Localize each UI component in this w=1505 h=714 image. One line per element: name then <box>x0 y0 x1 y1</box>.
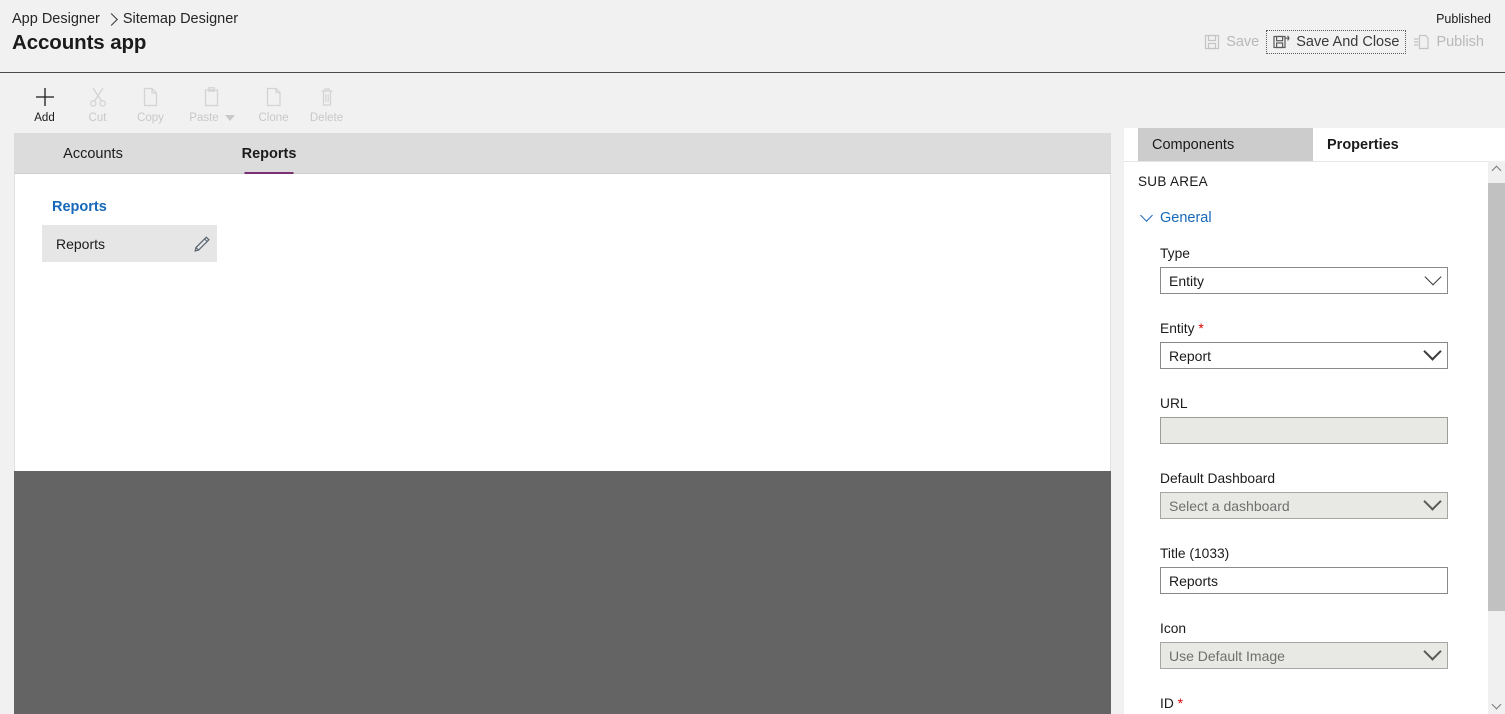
save-button-label: Save <box>1226 34 1260 50</box>
tab-components[interactable]: Components <box>1138 128 1313 161</box>
clone-icon <box>263 84 285 110</box>
trash-icon <box>316 84 338 110</box>
scroll-up-button[interactable] <box>1488 161 1505 178</box>
tab-components-label: Components <box>1152 136 1235 153</box>
property-panel: Components Properties SUB AREA General T… <box>1124 128 1505 714</box>
property-panel-scrollbar[interactable] <box>1488 161 1505 714</box>
group-title[interactable]: Reports <box>52 199 107 215</box>
chevron-down-icon <box>1491 699 1502 710</box>
panel-section-caption: SUB AREA <box>1138 174 1208 189</box>
copy-command[interactable]: Copy <box>124 79 177 124</box>
url-input[interactable] <box>1160 417 1448 444</box>
chevron-down-icon <box>1423 342 1442 361</box>
field-id-label: ID <box>1160 696 1174 711</box>
command-bar: Add Cut Copy Paste Clone Delete <box>0 74 1505 131</box>
save-button[interactable]: Save <box>1197 30 1266 54</box>
field-default-dashboard: Default Dashboard Select a dashboard <box>1160 471 1448 519</box>
page-title: Accounts app <box>12 31 147 54</box>
field-entity: Entity * Report <box>1160 321 1448 369</box>
icon-dropdown-placeholder: Use Default Image <box>1169 647 1285 664</box>
section-toggle-general[interactable]: General <box>1140 208 1212 226</box>
default-dashboard-dropdown[interactable]: Select a dashboard <box>1160 492 1448 519</box>
property-panel-body: SUB AREA General Type Entity Entity * Re… <box>1124 161 1505 714</box>
field-id: ID * <box>1160 696 1448 714</box>
required-asterisk: * <box>1198 321 1204 336</box>
save-and-close-icon <box>1273 34 1290 50</box>
clipboard-icon <box>201 84 223 110</box>
add-command-label: Add <box>34 112 55 124</box>
scrollbar-thumb[interactable] <box>1488 183 1505 611</box>
paste-command[interactable]: Paste <box>177 79 247 124</box>
clone-command-label: Clone <box>258 112 289 124</box>
subarea-tile-reports[interactable]: Reports <box>42 225 217 262</box>
title-input-value: Reports <box>1169 572 1219 589</box>
chevron-down-icon <box>1140 208 1153 222</box>
area-tab-accounts-label: Accounts <box>63 145 123 162</box>
area-content-surface[interactable]: Reports Reports <box>14 174 1111 471</box>
field-title-label: Title (1033) <box>1160 546 1230 561</box>
field-icon: Icon Use Default Image <box>1160 621 1448 669</box>
tab-properties-label: Properties <box>1327 136 1399 153</box>
breadcrumb-item-sitemap-designer[interactable]: Sitemap Designer <box>123 11 238 27</box>
scissors-icon <box>87 84 109 110</box>
field-default-dashboard-label: Default Dashboard <box>1160 471 1276 486</box>
scroll-down-button[interactable] <box>1488 697 1505 714</box>
plus-icon <box>33 84 57 110</box>
delete-command[interactable]: Delete <box>300 79 353 124</box>
section-general-label: General <box>1160 210 1212 226</box>
paste-command-label: Paste <box>189 112 219 124</box>
type-dropdown-value: Entity <box>1169 272 1205 289</box>
entity-dropdown-value: Report <box>1169 347 1212 364</box>
field-title: Title (1033) Reports <box>1160 546 1448 594</box>
publish-icon <box>1413 34 1430 50</box>
save-icon <box>1204 34 1220 50</box>
icon-dropdown[interactable]: Use Default Image <box>1160 642 1448 669</box>
canvas-shaded-region <box>14 471 1111 714</box>
chevron-down-icon <box>1423 492 1442 511</box>
field-url: URL <box>1160 396 1448 444</box>
save-and-close-button-label: Save And Close <box>1296 34 1400 50</box>
subarea-tile-label: Reports <box>56 235 106 252</box>
area-tab-accounts[interactable]: Accounts <box>28 133 158 174</box>
entity-dropdown[interactable]: Report <box>1160 342 1448 369</box>
area-tab-reports-label: Reports <box>241 145 297 162</box>
field-url-label: URL <box>1160 396 1188 411</box>
published-status-label: Published <box>1436 12 1491 26</box>
chevron-right-icon <box>104 12 118 26</box>
area-tabstrip: Accounts Reports <box>14 133 1111 174</box>
type-dropdown[interactable]: Entity <box>1160 267 1448 294</box>
field-entity-label: Entity <box>1160 321 1195 336</box>
cut-command-label: Cut <box>88 112 107 124</box>
field-icon-label: Icon <box>1160 621 1187 636</box>
delete-command-label: Delete <box>309 112 344 124</box>
required-asterisk: * <box>1177 696 1184 711</box>
save-and-close-button[interactable]: Save And Close <box>1266 30 1407 54</box>
field-type: Type Entity <box>1160 246 1448 294</box>
property-panel-tabstrip: Components Properties <box>1124 128 1505 161</box>
copy-icon <box>140 84 162 110</box>
publish-button[interactable]: Publish <box>1406 30 1491 54</box>
breadcrumb: App Designer Sitemap Designer <box>12 11 238 27</box>
title-input[interactable]: Reports <box>1160 567 1448 594</box>
chevron-up-icon <box>1491 165 1502 176</box>
app-header: App Designer Sitemap Designer Accounts a… <box>0 0 1505 73</box>
sitemap-designer-canvas: Accounts Reports Reports Reports <box>14 133 1111 714</box>
pencil-icon[interactable] <box>187 234 217 254</box>
chevron-down-icon[interactable] <box>224 115 235 121</box>
breadcrumb-item-app-designer[interactable]: App Designer <box>12 11 100 27</box>
tab-properties[interactable]: Properties <box>1313 128 1505 161</box>
clone-command[interactable]: Clone <box>247 79 300 124</box>
field-type-label: Type <box>1160 246 1190 261</box>
add-command[interactable]: Add <box>18 79 71 124</box>
chevron-down-icon <box>1424 268 1442 285</box>
copy-command-label: Copy <box>137 112 164 124</box>
cut-command[interactable]: Cut <box>71 79 124 124</box>
area-tab-reports[interactable]: Reports <box>204 133 334 174</box>
chevron-down-icon <box>1423 642 1442 661</box>
header-action-group: Save Save And Close Publish <box>1197 30 1491 54</box>
default-dashboard-placeholder: Select a dashboard <box>1169 497 1290 514</box>
publish-button-label: Publish <box>1436 34 1484 50</box>
